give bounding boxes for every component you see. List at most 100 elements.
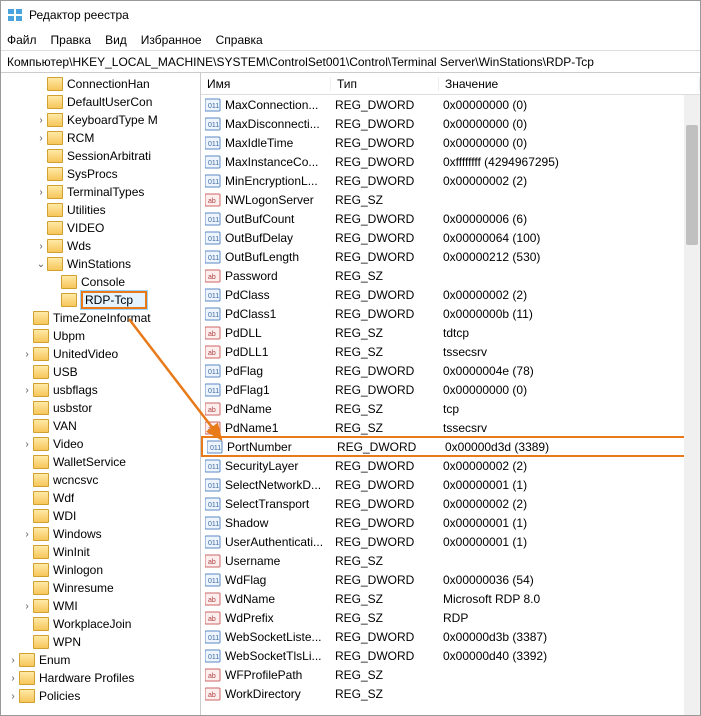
list-row[interactable]: 011WebSocketTlsLi...REG_DWORD0x00000d40 … bbox=[201, 646, 700, 665]
list-row[interactable]: 011PdClass1REG_DWORD0x0000000b (11) bbox=[201, 304, 700, 323]
list-row[interactable]: 011SelectNetworkD...REG_DWORD0x00000001 … bbox=[201, 475, 700, 494]
list-row[interactable]: 011UserAuthenticati...REG_DWORD0x0000000… bbox=[201, 532, 700, 551]
list-row[interactable]: 011SecurityLayerREG_DWORD0x00000002 (2) bbox=[201, 456, 700, 475]
list-row[interactable]: abPdDLLREG_SZtdtcp bbox=[201, 323, 700, 342]
tree-item[interactable]: usbstor bbox=[1, 399, 200, 417]
list-row[interactable]: 011WdFlagREG_DWORD0x00000036 (54) bbox=[201, 570, 700, 589]
chevron-right-icon[interactable]: › bbox=[7, 673, 19, 684]
menu-file[interactable]: Файл bbox=[7, 33, 37, 47]
list-row[interactable]: abPdNameREG_SZtcp bbox=[201, 399, 700, 418]
menu-help[interactable]: Справка bbox=[216, 33, 263, 47]
chevron-right-icon[interactable]: › bbox=[35, 187, 47, 198]
scrollbar-thumb[interactable] bbox=[686, 125, 698, 245]
list-row[interactable]: 011WebSocketListe...REG_DWORD0x00000d3b … bbox=[201, 627, 700, 646]
tree-item[interactable]: SessionArbitrati bbox=[1, 147, 200, 165]
list-row[interactable]: abNWLogonServerREG_SZ bbox=[201, 190, 700, 209]
chevron-right-icon[interactable]: › bbox=[21, 349, 33, 360]
value-name: MinEncryptionL... bbox=[225, 174, 335, 188]
list-row[interactable]: 011OutBufDelayREG_DWORD0x00000064 (100) bbox=[201, 228, 700, 247]
chevron-right-icon[interactable]: › bbox=[21, 529, 33, 540]
tree-item[interactable]: ›Enum bbox=[1, 651, 200, 669]
menu-favorites[interactable]: Избранное bbox=[141, 33, 202, 47]
chevron-right-icon[interactable]: › bbox=[21, 385, 33, 396]
tree-item[interactable]: ›Policies bbox=[1, 687, 200, 705]
tree-item[interactable]: Winresume bbox=[1, 579, 200, 597]
tree-item[interactable]: Ubpm bbox=[1, 327, 200, 345]
list-row[interactable]: 011SelectTransportREG_DWORD0x00000002 (2… bbox=[201, 494, 700, 513]
tree-item[interactable]: DefaultUserCon bbox=[1, 93, 200, 111]
tree-item[interactable]: WDI bbox=[1, 507, 200, 525]
tree-item[interactable]: SysProcs bbox=[1, 165, 200, 183]
tree-item[interactable]: WorkplaceJoin bbox=[1, 615, 200, 633]
chevron-right-icon[interactable]: › bbox=[35, 115, 47, 126]
list-row[interactable]: abUsernameREG_SZ bbox=[201, 551, 700, 570]
tree-item[interactable]: Console bbox=[1, 273, 200, 291]
chevron-right-icon[interactable]: › bbox=[7, 691, 19, 702]
list-row[interactable]: 011PdFlag1REG_DWORD0x00000000 (0) bbox=[201, 380, 700, 399]
list-row[interactable]: 011MaxIdleTimeREG_DWORD0x00000000 (0) bbox=[201, 133, 700, 152]
tree-item[interactable]: VAN bbox=[1, 417, 200, 435]
tree-item[interactable]: VIDEO bbox=[1, 219, 200, 237]
tree-item[interactable]: WinInit bbox=[1, 543, 200, 561]
tree-item[interactable]: ›usbflags bbox=[1, 381, 200, 399]
list-row[interactable]: 011MinEncryptionL...REG_DWORD0x00000002 … bbox=[201, 171, 700, 190]
list-row[interactable]: 011OutBufLengthREG_DWORD0x00000212 (530) bbox=[201, 247, 700, 266]
tree-item[interactable]: RDP-Tcp bbox=[1, 291, 200, 309]
chevron-right-icon[interactable]: › bbox=[21, 439, 33, 450]
value-name: Username bbox=[225, 554, 335, 568]
tree-item[interactable]: ›TerminalTypes bbox=[1, 183, 200, 201]
col-type[interactable]: Тип bbox=[331, 77, 439, 91]
vertical-scrollbar[interactable] bbox=[684, 95, 700, 715]
tree-item[interactable]: ⌄WinStations bbox=[1, 255, 200, 273]
col-name[interactable]: Имя bbox=[201, 77, 331, 91]
chevron-right-icon[interactable]: › bbox=[35, 241, 47, 252]
tree-item[interactable]: ›UnitedVideo bbox=[1, 345, 200, 363]
tree-item[interactable]: ›Hardware Profiles bbox=[1, 669, 200, 687]
list-row[interactable]: abWdPrefixREG_SZRDP bbox=[201, 608, 700, 627]
list-row[interactable]: 011PdClassREG_DWORD0x00000002 (2) bbox=[201, 285, 700, 304]
tree-item[interactable]: ConnectionHan bbox=[1, 75, 200, 93]
tree-panel[interactable]: ConnectionHanDefaultUserCon›KeyboardType… bbox=[1, 73, 201, 715]
list-row[interactable]: 011PdFlagREG_DWORD0x0000004e (78) bbox=[201, 361, 700, 380]
chevron-right-icon[interactable]: › bbox=[7, 655, 19, 666]
list-row[interactable]: abPdDLL1REG_SZtssecsrv bbox=[201, 342, 700, 361]
svg-text:ab: ab bbox=[208, 616, 216, 623]
chevron-right-icon[interactable]: › bbox=[35, 133, 47, 144]
list-row[interactable]: 011PortNumberREG_DWORD0x00000d3d (3389) bbox=[201, 436, 698, 457]
folder-icon bbox=[33, 311, 49, 325]
folder-icon bbox=[47, 77, 63, 91]
tree-item[interactable]: ›Video bbox=[1, 435, 200, 453]
menu-view[interactable]: Вид bbox=[105, 33, 127, 47]
value-name: PdDLL1 bbox=[225, 345, 335, 359]
tree-item[interactable]: WPN bbox=[1, 633, 200, 651]
list-row[interactable]: 011ShadowREG_DWORD0x00000001 (1) bbox=[201, 513, 700, 532]
list-row[interactable]: abWorkDirectoryREG_SZ bbox=[201, 684, 700, 703]
col-value[interactable]: Значение bbox=[439, 77, 700, 91]
tree-item[interactable]: USB bbox=[1, 363, 200, 381]
tree-item[interactable]: ›Windows bbox=[1, 525, 200, 543]
chevron-right-icon[interactable]: › bbox=[21, 601, 33, 612]
tree-item[interactable]: ›KeyboardType M bbox=[1, 111, 200, 129]
tree-item[interactable]: WalletService bbox=[1, 453, 200, 471]
chevron-down-icon[interactable]: ⌄ bbox=[35, 259, 47, 270]
list-row[interactable]: abPasswordREG_SZ bbox=[201, 266, 700, 285]
tree-item[interactable]: wcncsvc bbox=[1, 471, 200, 489]
address-bar[interactable]: Компьютер\HKEY_LOCAL_MACHINE\SYSTEM\Cont… bbox=[1, 51, 700, 73]
menu-edit[interactable]: Правка bbox=[51, 33, 92, 47]
list-row[interactable]: 011MaxInstanceCo...REG_DWORD0xffffffff (… bbox=[201, 152, 700, 171]
value-data: 0x00000000 (0) bbox=[443, 136, 700, 150]
list-row[interactable]: 011OutBufCountREG_DWORD0x00000006 (6) bbox=[201, 209, 700, 228]
tree-item[interactable]: TimeZoneInformat bbox=[1, 309, 200, 327]
tree-item[interactable]: ›RCM bbox=[1, 129, 200, 147]
list-body[interactable]: 011MaxConnection...REG_DWORD0x00000000 (… bbox=[201, 95, 700, 715]
tree-item[interactable]: ›WMI bbox=[1, 597, 200, 615]
tree-item[interactable]: ›Wds bbox=[1, 237, 200, 255]
tree-item[interactable]: Winlogon bbox=[1, 561, 200, 579]
tree-item[interactable]: Utilities bbox=[1, 201, 200, 219]
list-row[interactable]: 011MaxConnection...REG_DWORD0x00000000 (… bbox=[201, 95, 700, 114]
list-row[interactable]: abWFProfilePathREG_SZ bbox=[201, 665, 700, 684]
list-row[interactable]: abPdName1REG_SZtssecsrv bbox=[201, 418, 700, 437]
tree-item[interactable]: Wdf bbox=[1, 489, 200, 507]
list-row[interactable]: 011MaxDisconnecti...REG_DWORD0x00000000 … bbox=[201, 114, 700, 133]
list-row[interactable]: abWdNameREG_SZMicrosoft RDP 8.0 bbox=[201, 589, 700, 608]
